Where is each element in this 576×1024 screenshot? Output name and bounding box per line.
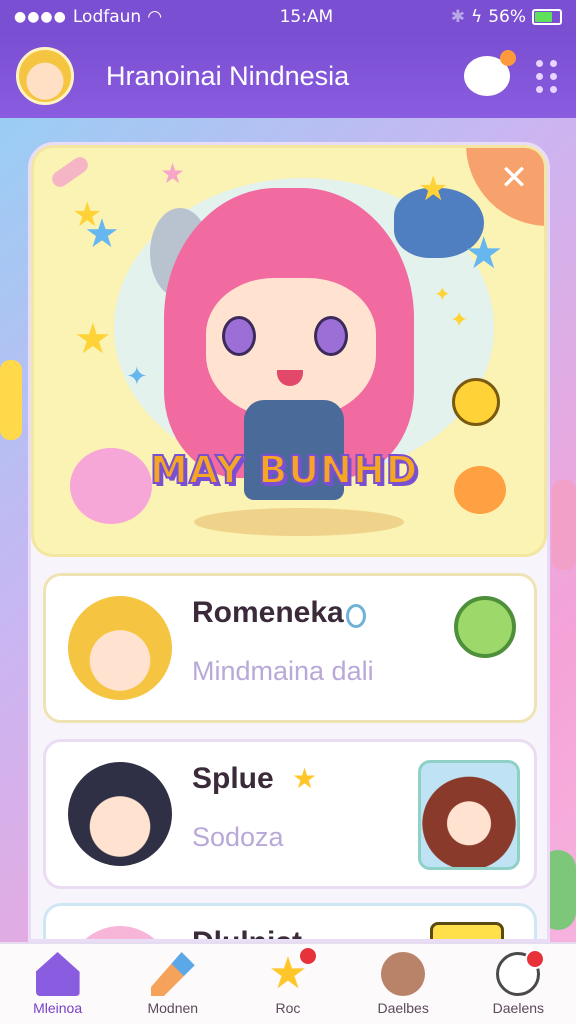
pink-blob-mascot-icon	[70, 448, 152, 524]
wifi-icon: ◠	[147, 7, 163, 27]
right-side-decoration	[552, 480, 576, 570]
avatar	[68, 762, 172, 866]
nav-label: Roc	[275, 1000, 301, 1016]
nav-item-messages[interactable]: Daelens	[468, 949, 568, 1016]
character-thumbnail[interactable]	[418, 760, 520, 870]
nav-item-favorites[interactable]: ★ Roc	[238, 946, 338, 1016]
list-item-subtitle: Sodoza	[192, 822, 284, 852]
profile-avatar[interactable]	[16, 47, 74, 105]
nav-item-friends[interactable]: Daelbes	[353, 952, 453, 1016]
menu-dots-icon[interactable]	[534, 59, 560, 93]
nav-label: Daelbes	[377, 1000, 429, 1016]
notification-dot	[297, 946, 318, 966]
smiley-face-icon	[452, 378, 500, 426]
star-icon: ★	[84, 211, 120, 257]
nav-label: Daelens	[492, 1000, 545, 1016]
list-item[interactable]: Dlulnist	[43, 903, 537, 939]
status-left: ●●●● Lodfaun ◠	[14, 7, 162, 27]
status-right: ✱ ϟ 56%	[451, 7, 562, 27]
notification-dot	[525, 949, 546, 969]
status-time: 15:AM	[279, 7, 334, 27]
star-icon: ★	[74, 314, 112, 363]
cloud-mascot-icon[interactable]	[464, 50, 516, 96]
list-item[interactable]: Splue ★ Sodoza	[43, 739, 537, 889]
app-title: Hranoinai Nindnesia	[106, 60, 350, 91]
content-card: ★ ★ ★ ★ ✦ ★ ★ ✦ ✦ MAY BUNHD ✕ Romeneka M…	[28, 142, 550, 942]
list-item-name: Splue	[192, 762, 274, 795]
nav-item-create[interactable]: Modnen	[123, 952, 223, 1016]
star-icon: ★	[292, 762, 318, 795]
charging-icon: ϟ	[470, 7, 483, 27]
star-icon: ★	[160, 157, 186, 190]
nav-item-home[interactable]: Mleinoa	[8, 952, 108, 1016]
bear-icon	[381, 952, 426, 996]
hero-title: MAY BUNHD	[149, 447, 419, 493]
star-icon: ✦	[450, 308, 469, 333]
nav-label: Mleinoa	[33, 1000, 83, 1016]
battery-percent: 56%	[488, 7, 526, 27]
character-right-eye	[314, 316, 348, 356]
gold-ticket-icon[interactable]	[430, 922, 504, 939]
pencil-icon	[150, 952, 195, 996]
list-item-name: Dlulnist	[192, 926, 302, 939]
star-icon: ★	[418, 169, 449, 209]
avatar	[68, 926, 172, 939]
battery-icon	[532, 9, 562, 25]
star-icon: ✦	[434, 282, 451, 306]
bottom-navigation: Mleinoa Modnen ★ Roc Daelbes Daelens	[0, 942, 576, 1024]
carrier-name: Lodfaun	[72, 7, 142, 27]
character-left-eye	[222, 316, 256, 356]
list-item-name: Romeneka	[192, 596, 344, 629]
character-shadow	[194, 508, 404, 536]
online-badge-icon	[346, 604, 366, 628]
star-icon: ★	[464, 228, 504, 279]
left-side-decoration	[0, 360, 22, 440]
pencil-icon	[49, 153, 91, 191]
hero-banner[interactable]: ★ ★ ★ ★ ✦ ★ ★ ✦ ✦ MAY BUNHD ✕	[31, 145, 547, 557]
list-item-subtitle: Mindmaina dali	[192, 656, 374, 686]
status-bar: ●●●● Lodfaun ◠ 15:AM ✱ ϟ 56%	[0, 0, 576, 34]
nav-label: Modnen	[147, 1000, 199, 1016]
green-sun-icon[interactable]	[454, 596, 516, 658]
bluetooth-icon: ✱	[450, 7, 465, 27]
star-icon: ✦	[126, 362, 148, 392]
signal-dots-icon: ●●●●	[14, 9, 67, 25]
star-icon: ★	[266, 946, 318, 996]
list-item[interactable]: Romeneka Mindmaina dali	[43, 573, 537, 723]
avatar	[68, 596, 172, 700]
chat-bubble-icon	[496, 949, 546, 996]
home-icon	[35, 952, 80, 996]
app-header: Hranoinai Nindnesia	[0, 34, 576, 118]
orange-mascot-icon	[454, 466, 506, 514]
